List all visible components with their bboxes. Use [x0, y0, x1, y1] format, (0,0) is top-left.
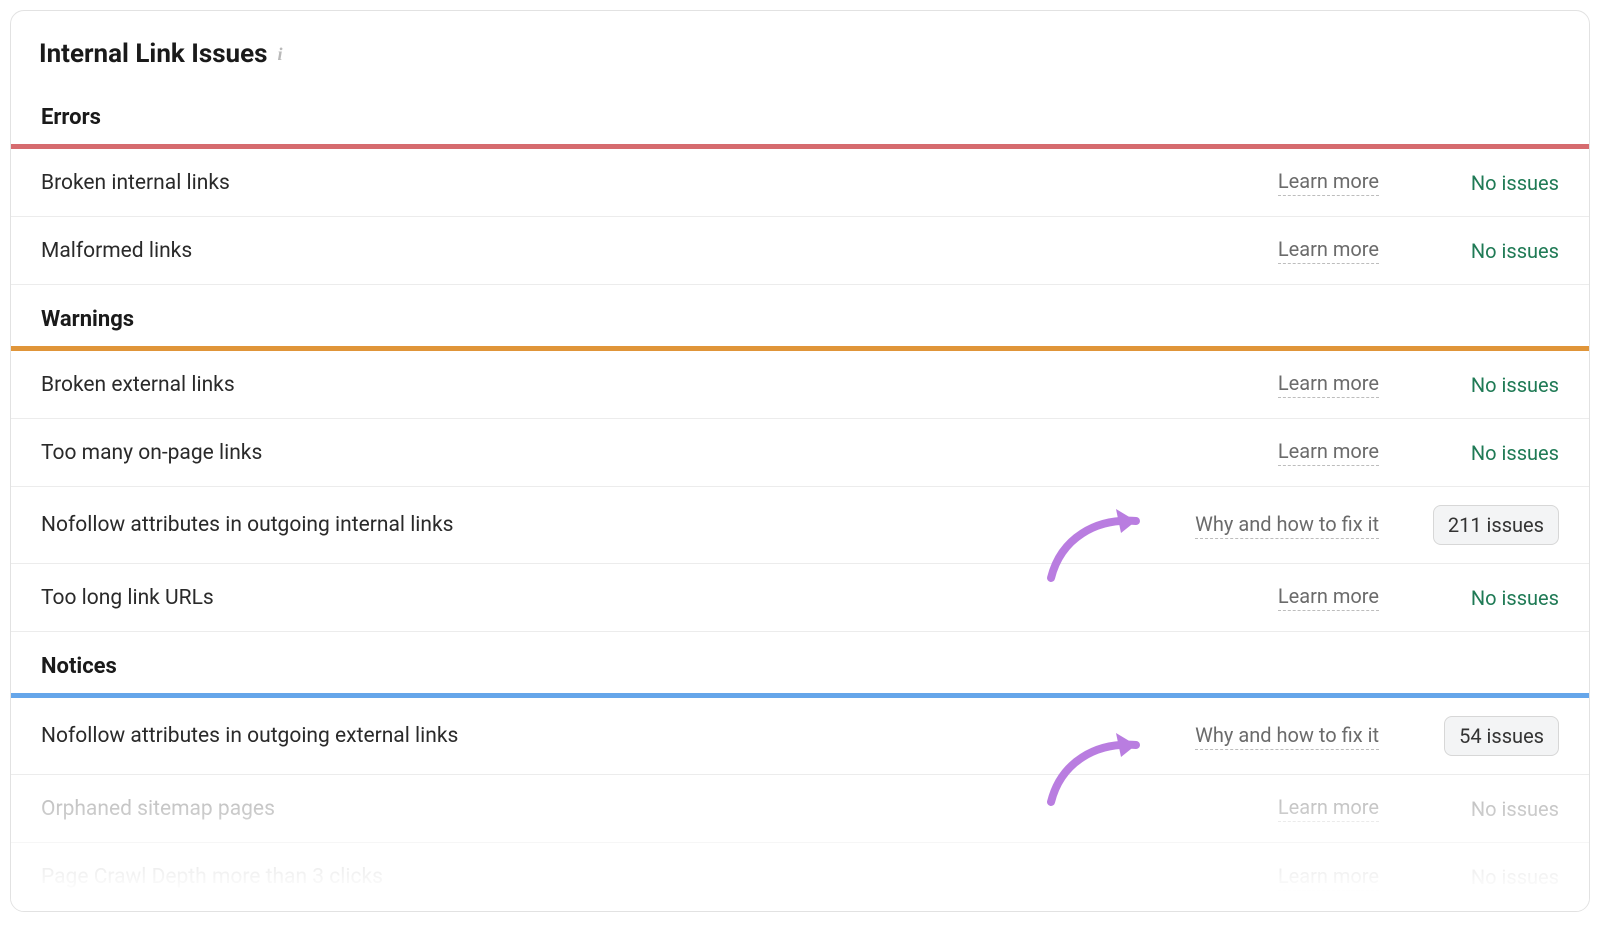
section-title-notices: Notices [11, 632, 1589, 693]
issue-row: Too many on-page links Learn more No iss… [11, 419, 1589, 487]
issue-name: Orphaned sitemap pages [41, 797, 1278, 821]
issue-row: Broken external links Learn more No issu… [11, 351, 1589, 419]
issue-name: Broken internal links [41, 171, 1278, 195]
status-no-issues: No issues [1471, 441, 1559, 465]
status-no-issues: No issues [1471, 865, 1559, 889]
panel-header: Internal Link Issues i [11, 11, 1589, 83]
learn-more-link[interactable]: Learn more [1278, 795, 1379, 822]
status-no-issues: No issues [1471, 586, 1559, 610]
issues-count-badge[interactable]: 54 issues [1444, 716, 1559, 756]
issue-row: Page Crawl Depth more than 3 clicks Lear… [11, 843, 1589, 911]
panel-title: Internal Link Issues [39, 39, 268, 69]
issue-row: Orphaned sitemap pages Learn more No iss… [11, 775, 1589, 843]
status-no-issues: No issues [1471, 373, 1559, 397]
issue-row: Too long link URLs Learn more No issues [11, 564, 1589, 632]
issue-name: Too many on-page links [41, 441, 1278, 465]
why-fix-link[interactable]: Why and how to fix it [1195, 512, 1379, 539]
info-icon[interactable]: i [278, 44, 283, 65]
section-title-errors: Errors [11, 83, 1589, 144]
status-no-issues: No issues [1471, 797, 1559, 821]
issue-row: Broken internal links Learn more No issu… [11, 149, 1589, 217]
issue-name: Nofollow attributes in outgoing internal… [41, 513, 1195, 537]
internal-link-issues-panel: Internal Link Issues i Errors Broken int… [10, 10, 1590, 912]
learn-more-link[interactable]: Learn more [1278, 584, 1379, 611]
learn-more-link[interactable]: Learn more [1278, 864, 1379, 891]
learn-more-link[interactable]: Learn more [1278, 439, 1379, 466]
learn-more-link[interactable]: Learn more [1278, 371, 1379, 398]
issue-name: Broken external links [41, 373, 1278, 397]
issue-name: Malformed links [41, 239, 1278, 263]
why-fix-link[interactable]: Why and how to fix it [1195, 723, 1379, 750]
issues-count-badge[interactable]: 211 issues [1433, 505, 1559, 545]
status-no-issues: No issues [1471, 171, 1559, 195]
issue-name: Too long link URLs [41, 586, 1278, 610]
issue-row: Malformed links Learn more No issues [11, 217, 1589, 285]
issue-name: Nofollow attributes in outgoing external… [41, 724, 1195, 748]
issue-row: Nofollow attributes in outgoing external… [11, 698, 1589, 775]
learn-more-link[interactable]: Learn more [1278, 237, 1379, 264]
issue-name: Page Crawl Depth more than 3 clicks [41, 865, 1278, 889]
status-no-issues: No issues [1471, 239, 1559, 263]
section-title-warnings: Warnings [11, 285, 1589, 346]
learn-more-link[interactable]: Learn more [1278, 169, 1379, 196]
issue-row: Nofollow attributes in outgoing internal… [11, 487, 1589, 564]
